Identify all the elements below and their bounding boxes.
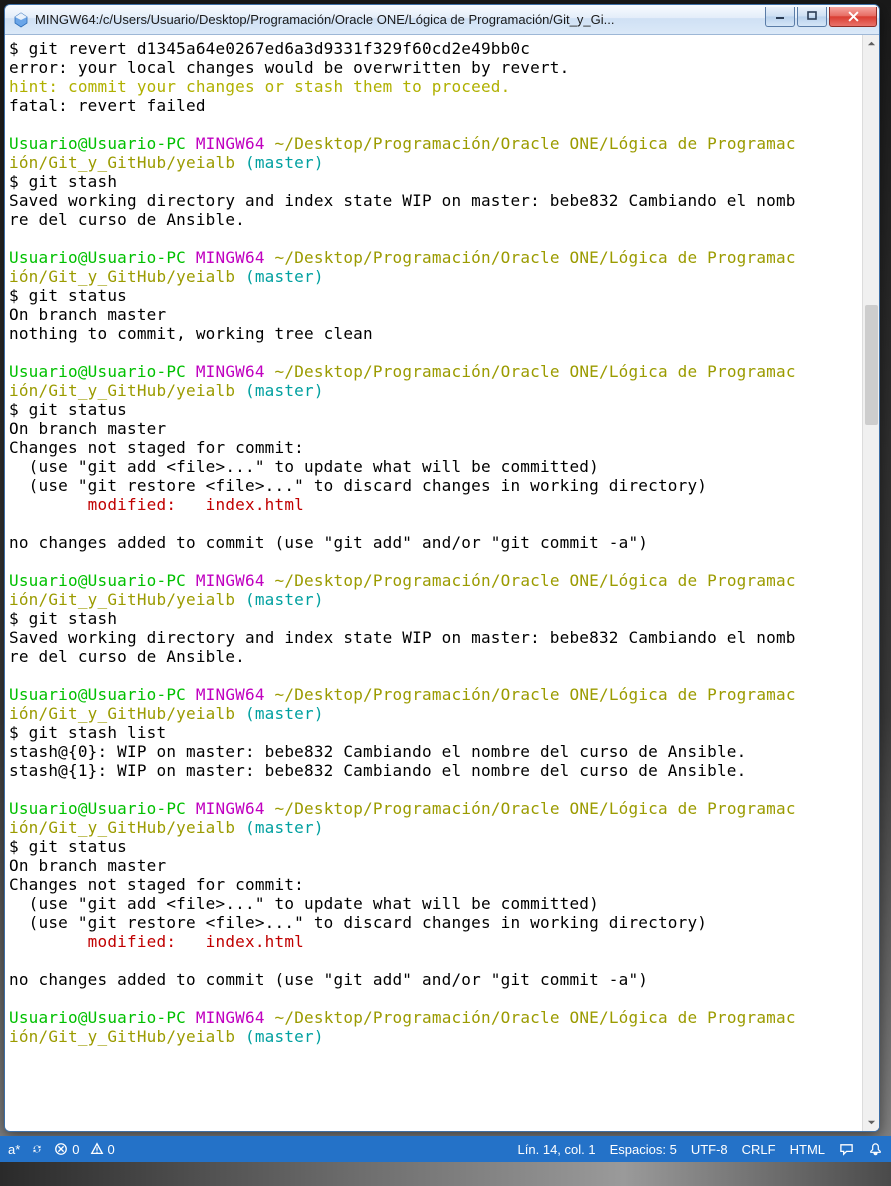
eol[interactable]: CRLF [742,1142,776,1157]
minimize-button[interactable] [765,7,795,27]
feedback-icon[interactable] [839,1142,854,1157]
output-line: Changes not staged for commit: [9,438,304,457]
prompt-env: MINGW64 [196,134,265,153]
modified-line: modified: index.html [9,495,304,514]
fatal-line: fatal: revert failed [9,96,206,115]
cmd-line: $ git stash [9,609,117,628]
prompt-branch: (master) [245,704,324,723]
prompt-path2: ión/Git_y_GitHub/yeialb [9,1027,235,1046]
prompt-user: Usuario@Usuario-PC [9,1008,186,1027]
prompt-path2: ión/Git_y_GitHub/yeialb [9,818,235,837]
indent-spaces[interactable]: Espacios: 5 [610,1142,677,1157]
editor-statusbar: a* 0 0 Lín. 14, col. 1 Espacios: 5 UTF-8… [0,1136,891,1162]
encoding[interactable]: UTF-8 [691,1142,728,1157]
prompt-branch: (master) [245,267,324,286]
prompt-user: Usuario@Usuario-PC [9,571,186,590]
prompt-user: Usuario@Usuario-PC [9,248,186,267]
cmd-line: $ git stash list [9,723,166,742]
output-line: On branch master [9,856,166,875]
prompt-branch: (master) [245,590,324,609]
prompt-branch: (master) [245,381,324,400]
prompt-env: MINGW64 [196,799,265,818]
cmd-line: $ git stash [9,172,117,191]
output-line: stash@{1}: WIP on master: bebe832 Cambia… [9,761,746,780]
cmd-line: $ git revert d1345a64e0267ed6a3d9331f329… [9,39,530,58]
output-line: Saved working directory and index state … [9,628,796,647]
errors-count[interactable]: 0 [54,1142,79,1157]
line-col[interactable]: Lín. 14, col. 1 [518,1142,596,1157]
prompt-branch: (master) [245,818,324,837]
prompt-path2: ión/Git_y_GitHub/yeialb [9,590,235,609]
output-line: (use "git restore <file>..." to discard … [9,913,707,932]
scroll-up-button[interactable] [863,35,880,52]
output-line: On branch master [9,419,166,438]
prompt-user: Usuario@Usuario-PC [9,799,186,818]
app-icon [13,12,29,28]
bell-icon[interactable] [868,1142,883,1157]
cmd-line: $ git status [9,400,127,419]
prompt-user: Usuario@Usuario-PC [9,134,186,153]
titlebar[interactable]: MINGW64:/c/Users/Usuario/Desktop/Program… [5,5,879,35]
branch-indicator[interactable]: a* [8,1142,20,1157]
cmd-line: $ git status [9,837,127,856]
error-line: error: your local changes would be overw… [9,58,569,77]
output-line: stash@{0}: WIP on master: bebe832 Cambia… [9,742,746,761]
output-line: nothing to commit, working tree clean [9,324,373,343]
prompt-user: Usuario@Usuario-PC [9,685,186,704]
prompt-path2: ión/Git_y_GitHub/yeialb [9,267,235,286]
prompt-env: MINGW64 [196,571,265,590]
output-line: (use "git add <file>..." to update what … [9,894,599,913]
language-mode[interactable]: HTML [790,1142,825,1157]
output-line: no changes added to commit (use "git add… [9,970,648,989]
output-line: On branch master [9,305,166,324]
prompt-path: ~/Desktop/Programación/Oracle ONE/Lógica… [275,571,796,590]
output-line: re del curso de Ansible. [9,647,245,666]
terminal-output[interactable]: $ git revert d1345a64e0267ed6a3d9331f329… [5,35,862,1131]
prompt-user: Usuario@Usuario-PC [9,362,186,381]
prompt-path2: ión/Git_y_GitHub/yeialb [9,704,235,723]
output-line: (use "git restore <file>..." to discard … [9,476,707,495]
modified-line: modified: index.html [9,932,304,951]
window-controls [763,7,877,27]
prompt-path: ~/Desktop/Programación/Oracle ONE/Lógica… [275,362,796,381]
prompt-env: MINGW64 [196,1008,265,1027]
output-line: (use "git add <file>..." to update what … [9,457,599,476]
desktop-bottom [0,1162,891,1186]
prompt-path: ~/Desktop/Programación/Oracle ONE/Lógica… [275,685,796,704]
scroll-thumb[interactable] [865,305,878,425]
prompt-path2: ión/Git_y_GitHub/yeialb [9,153,235,172]
cmd-line: $ git status [9,286,127,305]
prompt-env: MINGW64 [196,248,265,267]
close-button[interactable] [829,7,877,27]
prompt-path: ~/Desktop/Programación/Oracle ONE/Lógica… [275,799,796,818]
vertical-scrollbar[interactable] [862,35,879,1131]
hint-line: hint: commit your changes or stash them … [9,77,510,96]
prompt-path: ~/Desktop/Programación/Oracle ONE/Lógica… [275,248,796,267]
output-line: Changes not staged for commit: [9,875,304,894]
output-line: re del curso de Ansible. [9,210,245,229]
prompt-path2: ión/Git_y_GitHub/yeialb [9,381,235,400]
prompt-branch: (master) [245,153,324,172]
prompt-env: MINGW64 [196,685,265,704]
warnings-count[interactable]: 0 [90,1142,115,1157]
prompt-env: MINGW64 [196,362,265,381]
prompt-path: ~/Desktop/Programación/Oracle ONE/Lógica… [275,134,796,153]
maximize-button[interactable] [797,7,827,27]
output-line: no changes added to commit (use "git add… [9,533,648,552]
prompt-branch: (master) [245,1027,324,1046]
sync-icon[interactable] [30,1142,44,1156]
output-line: Saved working directory and index state … [9,191,796,210]
terminal-window: MINGW64:/c/Users/Usuario/Desktop/Program… [4,4,880,1132]
scroll-down-button[interactable] [863,1114,880,1131]
prompt-path: ~/Desktop/Programación/Oracle ONE/Lógica… [275,1008,796,1027]
window-title: MINGW64:/c/Users/Usuario/Desktop/Program… [35,12,763,27]
